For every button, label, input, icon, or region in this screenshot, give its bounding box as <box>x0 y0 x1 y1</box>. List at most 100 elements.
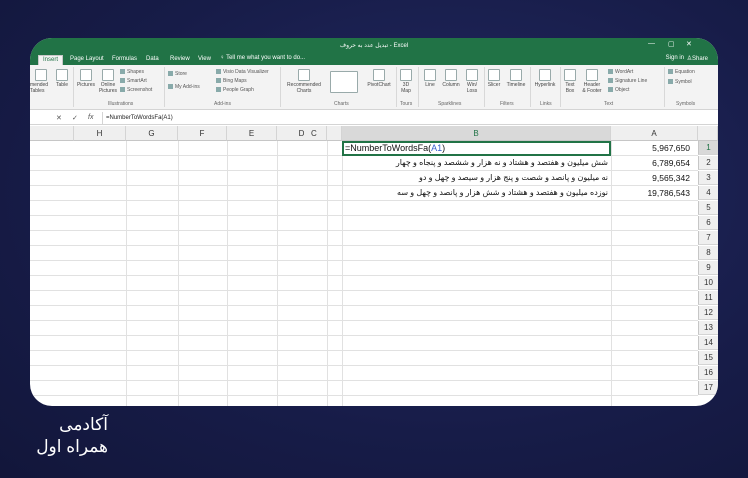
select-all-corner[interactable] <box>698 126 718 141</box>
gridline <box>30 395 698 396</box>
column-header-a[interactable]: A <box>611 126 698 141</box>
column-header-f[interactable]: F <box>178 126 227 141</box>
row-header-10[interactable]: 10 <box>698 276 718 290</box>
active-cell-b1[interactable]: =NumberToWordsFa(A1) <box>342 141 611 156</box>
row-header-5[interactable]: 5 <box>698 201 718 215</box>
restore-icon[interactable]: ▢ <box>668 40 675 48</box>
tab-page-layout[interactable]: Page Layout <box>66 55 108 65</box>
my-addins-button[interactable]: My Add-ins <box>168 84 200 90</box>
recommended-tables-button[interactable]: mended Tables <box>30 69 52 94</box>
cancel-icon[interactable]: ✕ <box>56 114 62 122</box>
sign-in-link[interactable]: Sign in <box>666 55 684 61</box>
equation-button[interactable]: Equation <box>668 69 695 75</box>
recommended-charts-button[interactable]: Recommended Charts <box>282 69 326 94</box>
people-graph-icon <box>216 87 221 93</box>
smartart-label: SmartArt <box>127 78 147 84</box>
slicer-icon <box>488 69 500 81</box>
bing-maps-icon <box>216 78 221 84</box>
sparkline-line-button[interactable]: Line <box>422 69 438 88</box>
object-icon <box>608 87 613 93</box>
gridline <box>327 141 328 406</box>
bing-maps-button[interactable]: Bing Maps <box>216 78 247 84</box>
row-header-6[interactable]: 6 <box>698 216 718 230</box>
screenshot-label: Screenshot <box>127 87 153 93</box>
row-header-13[interactable]: 13 <box>698 321 718 335</box>
row-header-2[interactable]: 2 <box>698 156 718 170</box>
row-header-7[interactable]: 7 <box>698 231 718 245</box>
slicer-button[interactable]: Slicer <box>486 69 502 88</box>
wordart-button[interactable]: WordArt <box>608 69 633 75</box>
tell-me-box[interactable]: ♀ Tell me what you want to do... <box>220 55 305 61</box>
people-graph-button[interactable]: People Graph <box>216 87 254 93</box>
tab-view[interactable]: View <box>194 55 215 65</box>
tab-data[interactable]: Data <box>142 55 163 65</box>
header-footer-button[interactable]: Header & Footer <box>580 69 604 94</box>
row-header-3[interactable]: 3 <box>698 171 718 185</box>
row-header-17[interactable]: 17 <box>698 381 718 395</box>
row-header-9[interactable]: 9 <box>698 261 718 275</box>
symbol-button[interactable]: Symbol <box>668 79 692 85</box>
share-button[interactable]: ♙Share <box>687 55 708 62</box>
shapes-button[interactable]: Shapes <box>120 69 144 75</box>
separator <box>280 67 281 107</box>
signature-line-button[interactable]: Signature Line <box>608 78 647 84</box>
cell-b3[interactable]: نه میلیون و پانصد و شصت و پنج هزار و سیص… <box>342 171 611 185</box>
cell-a1[interactable]: 5,967,650 <box>611 141 698 155</box>
cell-b2[interactable]: شش میلیون و هفتصد و هشتاد و نه هزار و شش… <box>342 156 611 170</box>
3d-map-label: 3D Map <box>401 82 411 94</box>
row-header-1[interactable]: 1 <box>698 141 718 155</box>
formula-input[interactable]: =NumberToWordsFa(A1) <box>106 115 173 121</box>
enter-icon[interactable]: ✓ <box>72 114 78 122</box>
hyperlink-button[interactable]: Hyperlink <box>532 69 558 88</box>
sparkline-winloss-button[interactable]: Win/ Loss <box>464 69 480 94</box>
visio-button[interactable]: Visio Data Visualizer <box>216 69 269 75</box>
3d-map-button[interactable]: 3D Map <box>398 69 414 94</box>
title-bar: تبدیل عدد به حروف - Excel — ▢ ✕ <box>30 38 718 53</box>
column-header-g[interactable]: G <box>126 126 178 141</box>
row-header-8[interactable]: 8 <box>698 246 718 260</box>
online-pictures-button[interactable]: Online Pictures <box>98 69 118 94</box>
hyperlink-icon <box>539 69 551 81</box>
cell-a3[interactable]: 9,565,342 <box>611 171 698 185</box>
column-header-d[interactable]: D <box>277 126 327 141</box>
signature-line-label: Signature Line <box>615 78 648 84</box>
column-header-h[interactable]: H <box>74 126 126 141</box>
gridline <box>30 200 698 201</box>
tab-formulas[interactable]: Formulas <box>108 55 141 65</box>
row-header-16[interactable]: 16 <box>698 366 718 380</box>
store-button[interactable]: Store <box>168 71 187 77</box>
tab-insert[interactable]: Insert <box>38 55 64 65</box>
cell-b4[interactable]: نوزده میلیون و هفتصد و هشتاد و شش هزار و… <box>342 186 611 200</box>
row-header-12[interactable]: 12 <box>698 306 718 320</box>
insert-function-icon[interactable]: fx <box>88 114 93 121</box>
chart-types-gallery[interactable] <box>328 71 360 94</box>
row-header-4[interactable]: 4 <box>698 186 718 200</box>
academy-logo: آکادمی همراه اول <box>18 414 108 458</box>
row-header-14[interactable]: 14 <box>698 336 718 350</box>
symbol-label: Symbol <box>675 79 692 85</box>
smartart-button[interactable]: SmartArt <box>120 78 147 84</box>
screenshot-button[interactable]: Screenshot <box>120 87 152 93</box>
minimize-icon[interactable]: — <box>648 40 655 47</box>
tab-review[interactable]: Review <box>166 55 194 65</box>
group-illustrations: Illustrations <box>108 101 134 107</box>
timeline-button[interactable]: Timeline <box>504 69 528 88</box>
column-header-b[interactable]: B <box>342 126 611 141</box>
sparkline-column-button[interactable]: Column <box>440 69 462 88</box>
table-button[interactable]: Table <box>54 69 70 88</box>
recommended-tables-label: mended Tables <box>30 82 49 94</box>
column-header-e[interactable]: E <box>227 126 277 141</box>
column-header-c[interactable]: C <box>311 126 342 141</box>
cell-a4[interactable]: 19,786,543 <box>611 186 698 200</box>
text-box-button[interactable]: Text Box <box>562 69 578 94</box>
formula-text: =NumberToWordsFa( <box>345 143 432 153</box>
pictures-button[interactable]: Pictures <box>76 69 96 88</box>
object-button[interactable]: Object <box>608 87 629 93</box>
row-header-15[interactable]: 15 <box>698 351 718 365</box>
cell-a2[interactable]: 6,789,654 <box>611 156 698 170</box>
close-icon[interactable]: ✕ <box>686 40 692 48</box>
row-header-11[interactable]: 11 <box>698 291 718 305</box>
gridline <box>30 260 698 261</box>
timeline-icon <box>510 69 522 81</box>
pivotchart-button[interactable]: PivotChart <box>364 69 394 88</box>
